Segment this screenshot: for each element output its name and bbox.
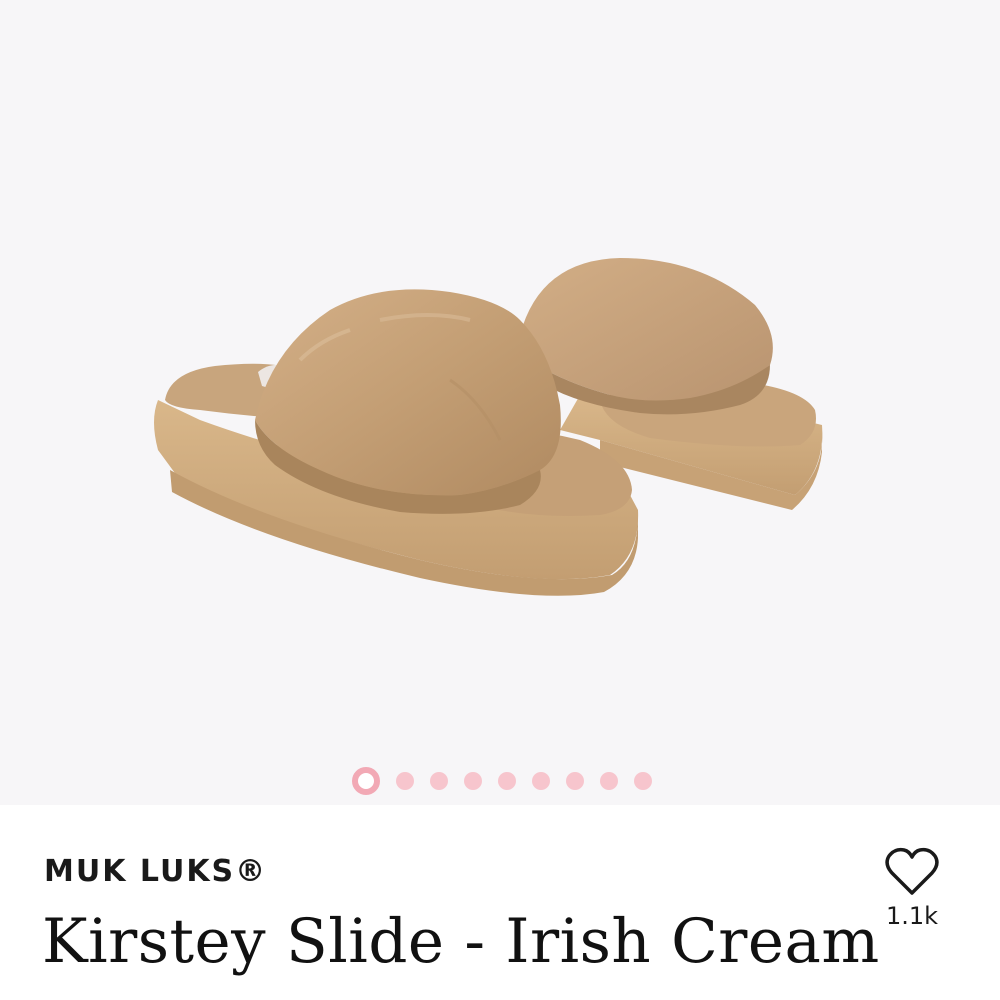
product-image: [154, 258, 823, 596]
carousel-dot-4[interactable]: [464, 772, 482, 790]
heart-outline-icon: [884, 846, 940, 898]
product-page: MUK LUKS® Kirstey Slide - Irish Cream 1.…: [0, 0, 1000, 1000]
carousel-pagination: [0, 765, 1000, 797]
carousel-dot-7[interactable]: [566, 772, 584, 790]
product-image-carousel[interactable]: [0, 0, 1000, 805]
carousel-dot-6[interactable]: [532, 772, 550, 790]
product-title: Kirstey Slide - Irish Cream: [42, 906, 880, 977]
carousel-dot-5[interactable]: [498, 772, 516, 790]
carousel-dot-9[interactable]: [634, 772, 652, 790]
carousel-dot-2[interactable]: [396, 772, 414, 790]
like-button[interactable]: 1.1k: [872, 846, 952, 946]
carousel-dot-3[interactable]: [430, 772, 448, 790]
like-count: 1.1k: [885, 902, 939, 930]
brand-name[interactable]: MUK LUKS®: [44, 854, 267, 889]
carousel-dot-8[interactable]: [600, 772, 618, 790]
carousel-dot-1[interactable]: [352, 767, 380, 795]
